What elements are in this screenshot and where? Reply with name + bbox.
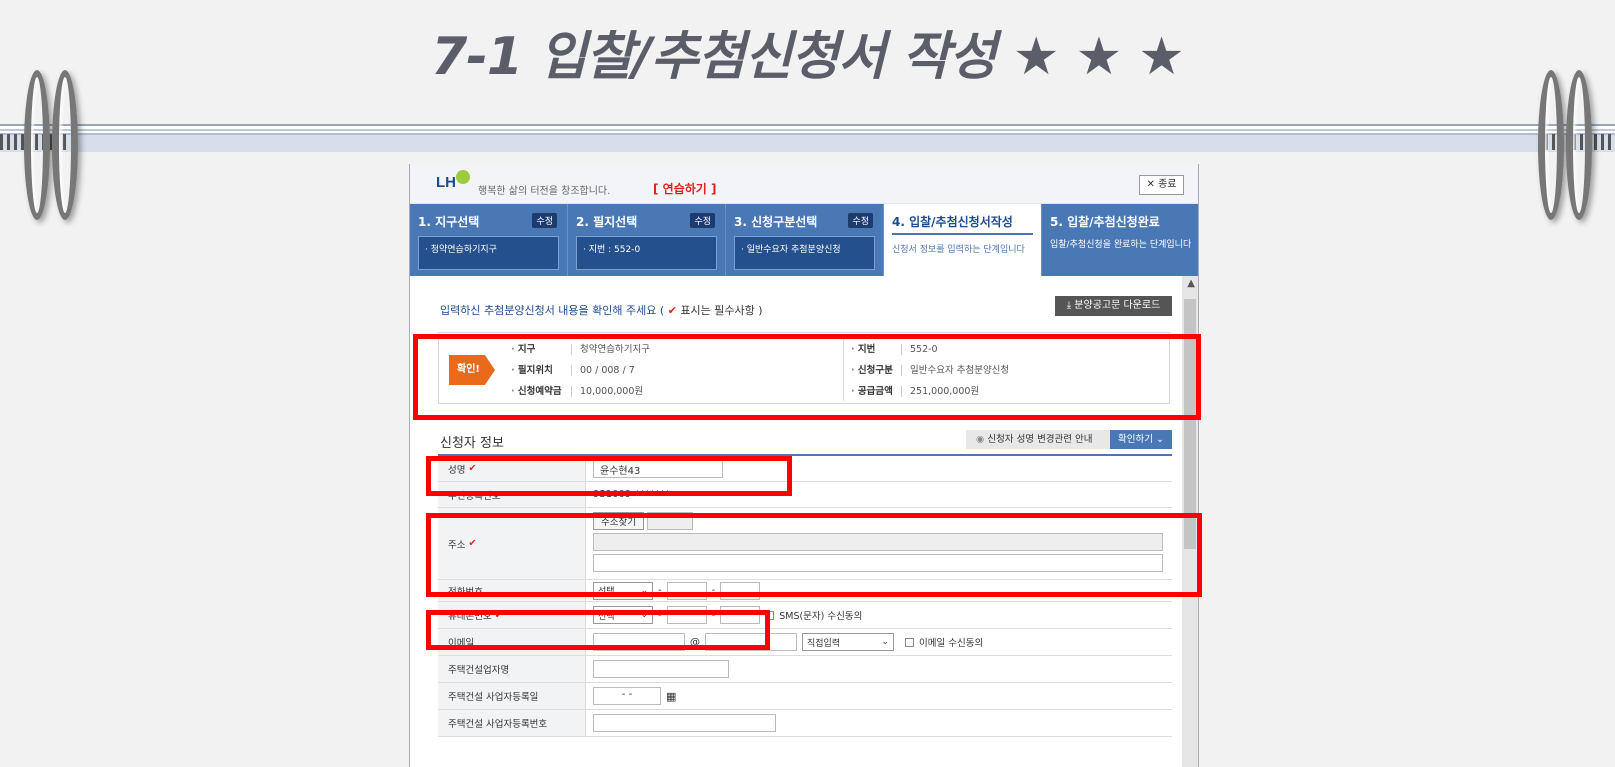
confirm-dropdown-button[interactable]: 확인하기 ⌄ [1110, 430, 1172, 449]
email-agree-checkbox[interactable] [905, 637, 914, 647]
company-label: 주택건설업자명 [438, 656, 586, 682]
field-cell [586, 656, 1172, 682]
required-check-icon: ✔ [667, 304, 677, 317]
step-edit-button[interactable]: 수정 [532, 213, 557, 228]
step-5: 5. 입찰/추첨신청완료 입찰/추첨신청을 완료하는 단계입니다 [1042, 204, 1198, 276]
step-value: · 일반수요자 추첨분양신청 [734, 236, 875, 270]
email-domain-select[interactable]: 직접입력 ⌄ [802, 633, 894, 651]
guide-label: 신청자 성명 변경관련 안내 [987, 434, 1093, 445]
logo-dot-icon [456, 170, 470, 184]
name-change-guide-button[interactable]: ◉ 신청자 성명 변경관련 안내 [966, 430, 1114, 449]
scroll-up-icon[interactable]: ▲ [1187, 278, 1195, 289]
form-row-reg-no: 주택건설 사업자등록번호 [438, 710, 1172, 737]
step-desc: 입찰/추첨신청을 완료하는 단계입니다 [1050, 240, 1192, 250]
binder-ring-icon [24, 70, 50, 220]
sms-agree-label: SMS(문자) 수신동의 [779, 611, 863, 622]
step-navigation: 1. 지구선택 수정 · 청약연습하기지구 2. 필지선택 수정 · 지번 : … [410, 204, 1198, 276]
chevron-down-icon: ⌄ [881, 637, 889, 647]
lh-logo: LH [436, 174, 456, 191]
reg-date-input[interactable]: - - [593, 687, 661, 705]
info-icon: ◉ [976, 434, 985, 445]
step-title: 4. 입찰/추첨신청서작성 [892, 213, 1033, 235]
notice-main: 입력하신 추첨분양신청서 내용을 확인해 주세요 ( [440, 304, 665, 317]
field-cell: - - ▦ [586, 683, 1172, 709]
calendar-icon[interactable]: ▦ [666, 690, 676, 703]
reg-no-label: 주택건설 사업자등록번호 [438, 710, 586, 736]
form-row-reg-date: 주택건설 사업자등록일 - - ▦ [438, 683, 1172, 710]
step-value: · 청약연습하기지구 [418, 236, 559, 270]
step-2[interactable]: 2. 필지선택 수정 · 지번 : 552-0 [568, 204, 726, 276]
practice-label: [ 연습하기 ] [653, 182, 717, 196]
step-4-active: 4. 입찰/추첨신청서작성 신청서 정보를 입력하는 단계입니다 [884, 204, 1042, 276]
notice-required: 표시는 필수사항 ) [680, 304, 763, 317]
highlight-box-mobile [426, 610, 770, 650]
step-edit-button[interactable]: 수정 [848, 213, 873, 228]
slide-title: 7-1 입찰/추첨신청서 작성 ★ ★ ★ [431, 27, 1185, 87]
notice-text: 입력하신 추첨분양신청서 내용을 확인해 주세요 ( ✔ 표시는 필수사항 ) [440, 302, 763, 318]
email-agree-label: 이메일 수신동의 [919, 638, 984, 649]
app-header: LH 행복한 삶의 터전을 창조합니다. [ 연습하기 ] ✕ 종료 [410, 164, 1198, 204]
highlight-box-address [426, 513, 1202, 597]
step-3[interactable]: 3. 신청구분선택 수정 · 일반수요자 추첨분양신청 [726, 204, 884, 276]
company-input[interactable] [593, 660, 729, 678]
binder-band [0, 124, 1615, 152]
applicant-section-title: 신청자 정보 [440, 436, 504, 451]
step-value: · 지번 : 552-0 [576, 236, 717, 270]
binder-ring-icon [1538, 70, 1564, 220]
close-button[interactable]: ✕ 종료 [1139, 175, 1184, 195]
step-title: 5. 입찰/추첨신청완료 [1050, 215, 1160, 229]
highlight-box-name [426, 456, 792, 496]
email-select-value: 직접입력 [807, 638, 841, 649]
reg-date-label: 주택건설 사업자등록일 [438, 683, 586, 709]
reg-no-input[interactable] [593, 714, 776, 732]
binder-ring-icon [52, 70, 78, 220]
step-1[interactable]: 1. 지구선택 수정 · 청약연습하기지구 [410, 204, 568, 276]
binder-ring-icon [1566, 70, 1592, 220]
form-row-company: 주택건설업자명 [438, 656, 1172, 683]
slogan: 행복한 삶의 터전을 창조합니다. [478, 186, 611, 197]
download-notice-button[interactable]: ⤓ 분양공고문 다운로드 [1055, 296, 1172, 316]
highlight-box-summary [413, 334, 1201, 420]
step-desc: 신청서 정보를 입력하는 단계입니다 [892, 245, 1025, 255]
field-cell [586, 710, 1172, 736]
step-edit-button[interactable]: 수정 [690, 213, 715, 228]
